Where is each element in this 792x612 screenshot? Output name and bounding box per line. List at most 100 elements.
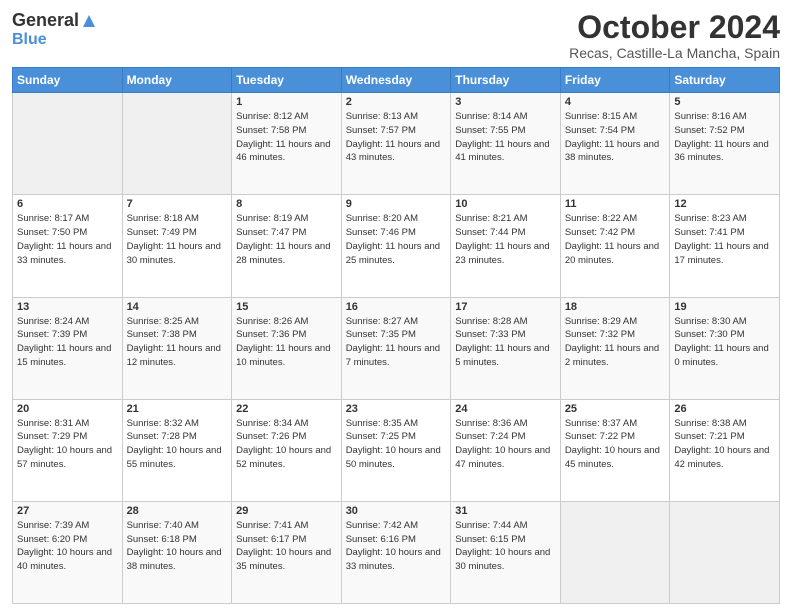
day-number: 28 — [127, 505, 228, 517]
day-info: Sunrise: 8:27 AM Sunset: 7:35 PM Dayligh… — [346, 315, 447, 370]
day-info: Sunrise: 8:36 AM Sunset: 7:24 PM Dayligh… — [455, 417, 556, 472]
day-cell: 15Sunrise: 8:26 AM Sunset: 7:36 PM Dayli… — [232, 297, 342, 399]
day-cell: 1Sunrise: 8:12 AM Sunset: 7:58 PM Daylig… — [232, 93, 342, 195]
day-info: Sunrise: 8:16 AM Sunset: 7:52 PM Dayligh… — [674, 110, 775, 165]
day-number: 3 — [455, 96, 556, 108]
day-number: 22 — [236, 403, 337, 415]
week-row-5: 27 Sunrise: 7:39 AM Sunset: 6:20 PM Dayli… — [13, 501, 780, 603]
day-number: 10 — [455, 198, 556, 210]
day-info: Sunrise: 7:39 AM Sunset: 6:20 PM Dayligh… — [17, 519, 118, 574]
day-cell: 2 Sunrise: 8:13 AM Sunset: 7:57 PM Daylig… — [341, 93, 451, 195]
day-cell: 9 Sunrise: 8:20 AM Sunset: 7:46 PM Daylig… — [341, 195, 451, 297]
day-info: Sunrise: 8:32 AM Sunset: 7:28 PM Dayligh… — [127, 417, 228, 472]
day-cell: 3 Sunrise: 8:14 AM Sunset: 7:55 PM Daylig… — [451, 93, 561, 195]
calendar-table: SundayMondayTuesdayWednesdayThursdayFrid… — [12, 67, 780, 604]
day-info: Sunrise: 8:18 AM Sunset: 7:49 PM Dayligh… — [127, 212, 228, 267]
day-number: 2 — [346, 96, 447, 108]
day-info: Sunrise: 7:40 AM Sunset: 6:18 PM Dayligh… — [127, 519, 228, 574]
day-number: 30 — [346, 505, 447, 517]
day-cell: 13 Sunrise: 8:24 AM Sunset: 7:39 PM Dayli… — [13, 297, 123, 399]
day-cell: 7Sunrise: 8:18 AM Sunset: 7:49 PM Daylig… — [122, 195, 232, 297]
title-area: October 2024 Recas, Castille-La Mancha, … — [569, 10, 780, 61]
day-cell: 16 Sunrise: 8:27 AM Sunset: 7:35 PM Dayli… — [341, 297, 451, 399]
day-cell: 10 Sunrise: 8:21 AM Sunset: 7:44 PM Dayli… — [451, 195, 561, 297]
day-cell: 25 Sunrise: 8:37 AM Sunset: 7:22 PM Dayli… — [560, 399, 670, 501]
day-cell — [13, 93, 123, 195]
day-info: Sunrise: 8:25 AM Sunset: 7:38 PM Dayligh… — [127, 315, 228, 370]
day-number: 27 — [17, 505, 118, 517]
day-number: 29 — [236, 505, 337, 517]
day-number: 12 — [674, 198, 775, 210]
day-info: Sunrise: 8:13 AM Sunset: 7:57 PM Dayligh… — [346, 110, 447, 165]
week-row-3: 13 Sunrise: 8:24 AM Sunset: 7:39 PM Dayli… — [13, 297, 780, 399]
day-cell: 23Sunrise: 8:35 AM Sunset: 7:25 PM Dayli… — [341, 399, 451, 501]
day-cell: 27 Sunrise: 7:39 AM Sunset: 6:20 PM Dayli… — [13, 501, 123, 603]
month-title: October 2024 — [569, 10, 780, 45]
day-number: 20 — [17, 403, 118, 415]
day-cell: 20Sunrise: 8:31 AM Sunset: 7:29 PM Dayli… — [13, 399, 123, 501]
day-cell — [122, 93, 232, 195]
day-info: Sunrise: 7:41 AM Sunset: 6:17 PM Dayligh… — [236, 519, 337, 574]
day-cell: 5Sunrise: 8:16 AM Sunset: 7:52 PM Daylig… — [670, 93, 780, 195]
day-info: Sunrise: 7:42 AM Sunset: 6:16 PM Dayligh… — [346, 519, 447, 574]
day-cell: 22 Sunrise: 8:34 AM Sunset: 7:26 PM Dayli… — [232, 399, 342, 501]
week-row-4: 20Sunrise: 8:31 AM Sunset: 7:29 PM Dayli… — [13, 399, 780, 501]
day-info: Sunrise: 8:20 AM Sunset: 7:46 PM Dayligh… — [346, 212, 447, 267]
day-number: 21 — [127, 403, 228, 415]
day-cell: 28 Sunrise: 7:40 AM Sunset: 6:18 PM Dayli… — [122, 501, 232, 603]
weekday-header-row: SundayMondayTuesdayWednesdayThursdayFrid… — [13, 68, 780, 93]
day-number: 11 — [565, 198, 666, 210]
day-cell — [670, 501, 780, 603]
calendar-body: 1Sunrise: 8:12 AM Sunset: 7:58 PM Daylig… — [13, 93, 780, 604]
weekday-sunday: Sunday — [13, 68, 123, 93]
day-number: 13 — [17, 301, 118, 313]
day-cell: 24Sunrise: 8:36 AM Sunset: 7:24 PM Dayli… — [451, 399, 561, 501]
day-cell: 30 Sunrise: 7:42 AM Sunset: 6:16 PM Dayli… — [341, 501, 451, 603]
day-number: 16 — [346, 301, 447, 313]
weekday-thursday: Thursday — [451, 68, 561, 93]
week-row-2: 6Sunrise: 8:17 AM Sunset: 7:50 PM Daylig… — [13, 195, 780, 297]
calendar-header: SundayMondayTuesdayWednesdayThursdayFrid… — [13, 68, 780, 93]
day-info: Sunrise: 8:29 AM Sunset: 7:32 PM Dayligh… — [565, 315, 666, 370]
day-info: Sunrise: 8:30 AM Sunset: 7:30 PM Dayligh… — [674, 315, 775, 370]
day-info: Sunrise: 8:38 AM Sunset: 7:21 PM Dayligh… — [674, 417, 775, 472]
day-cell: 12 Sunrise: 8:23 AM Sunset: 7:41 PM Dayli… — [670, 195, 780, 297]
day-info: Sunrise: 8:23 AM Sunset: 7:41 PM Dayligh… — [674, 212, 775, 267]
day-info: Sunrise: 8:24 AM Sunset: 7:39 PM Dayligh… — [17, 315, 118, 370]
header: General Blue October 2024 Recas, Castill… — [12, 10, 780, 61]
logo-icon — [81, 13, 97, 29]
week-row-1: 1Sunrise: 8:12 AM Sunset: 7:58 PM Daylig… — [13, 93, 780, 195]
day-info: Sunrise: 8:21 AM Sunset: 7:44 PM Dayligh… — [455, 212, 556, 267]
day-info: Sunrise: 8:17 AM Sunset: 7:50 PM Dayligh… — [17, 212, 118, 267]
weekday-tuesday: Tuesday — [232, 68, 342, 93]
day-number: 23 — [346, 403, 447, 415]
day-number: 25 — [565, 403, 666, 415]
day-number: 9 — [346, 198, 447, 210]
day-cell: 17Sunrise: 8:28 AM Sunset: 7:33 PM Dayli… — [451, 297, 561, 399]
day-info: Sunrise: 8:28 AM Sunset: 7:33 PM Dayligh… — [455, 315, 556, 370]
day-info: Sunrise: 8:37 AM Sunset: 7:22 PM Dayligh… — [565, 417, 666, 472]
day-info: Sunrise: 8:14 AM Sunset: 7:55 PM Dayligh… — [455, 110, 556, 165]
weekday-wednesday: Wednesday — [341, 68, 451, 93]
day-number: 1 — [236, 96, 337, 108]
day-info: Sunrise: 8:22 AM Sunset: 7:42 PM Dayligh… — [565, 212, 666, 267]
weekday-saturday: Saturday — [670, 68, 780, 93]
day-cell: 11 Sunrise: 8:22 AM Sunset: 7:42 PM Dayli… — [560, 195, 670, 297]
day-cell: 26Sunrise: 8:38 AM Sunset: 7:21 PM Dayli… — [670, 399, 780, 501]
day-cell: 8Sunrise: 8:19 AM Sunset: 7:47 PM Daylig… — [232, 195, 342, 297]
page: General Blue October 2024 Recas, Castill… — [0, 0, 792, 612]
day-cell: 21 Sunrise: 8:32 AM Sunset: 7:28 PM Dayli… — [122, 399, 232, 501]
day-number: 15 — [236, 301, 337, 313]
location: Recas, Castille-La Mancha, Spain — [569, 45, 780, 61]
day-number: 18 — [565, 301, 666, 313]
logo: General Blue — [12, 10, 97, 49]
day-info: Sunrise: 8:34 AM Sunset: 7:26 PM Dayligh… — [236, 417, 337, 472]
day-number: 19 — [674, 301, 775, 313]
logo-general-text: General — [12, 10, 79, 31]
day-info: Sunrise: 8:15 AM Sunset: 7:54 PM Dayligh… — [565, 110, 666, 165]
logo-blue-text: Blue — [12, 31, 47, 49]
day-number: 14 — [127, 301, 228, 313]
day-cell: 6Sunrise: 8:17 AM Sunset: 7:50 PM Daylig… — [13, 195, 123, 297]
day-number: 31 — [455, 505, 556, 517]
day-cell: 14 Sunrise: 8:25 AM Sunset: 7:38 PM Dayli… — [122, 297, 232, 399]
